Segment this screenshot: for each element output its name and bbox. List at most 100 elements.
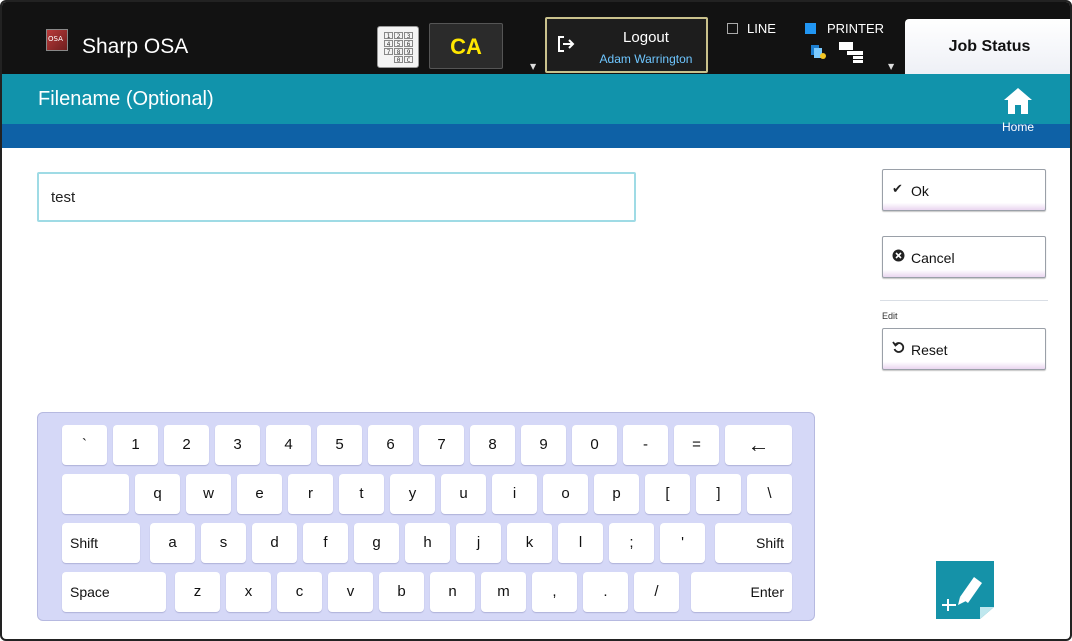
key-semicolon[interactable]: ; [609,523,654,563]
key-5[interactable]: 5 [317,425,362,465]
keypad-icon[interactable]: 1 2 3 4 5 6 7 8 9 0 C [377,26,419,68]
key-comma[interactable]: , [532,572,577,612]
reset-button[interactable]: Reset [882,328,1046,370]
key-x[interactable]: x [226,572,271,612]
key-period[interactable]: . [583,572,628,612]
reset-label: Reset [911,342,948,358]
key-apostrophe[interactable]: ' [660,523,705,563]
logout-icon [557,35,575,53]
line-status-label: LINE [747,21,776,36]
key-right-bracket[interactable]: ] [696,474,741,514]
key-a[interactable]: a [150,523,195,563]
home-button[interactable]: Home [992,84,1044,140]
keypad-digit: 7 [384,48,393,56]
key-t[interactable]: t [339,474,384,514]
home-label: Home [1001,120,1034,134]
key-f[interactable]: f [303,523,348,563]
job-status-button[interactable]: Job Status [905,19,1070,74]
header-subband [2,124,1070,148]
screen-header: Filename (Optional) [2,74,1070,124]
key-backslash[interactable]: \ [747,474,792,514]
key-backtick[interactable]: ` [62,425,107,465]
key-i[interactable]: i [492,474,537,514]
key-8[interactable]: 8 [470,425,515,465]
chevron-down-icon[interactable]: ▼ [888,62,894,71]
user-name: Adam Warrington [599,52,693,66]
backspace-key[interactable]: ← [725,425,792,465]
keypad-digit: 0 [394,56,403,64]
keypad-digit: 8 [394,48,403,56]
key-4[interactable]: 4 [266,425,311,465]
key-j[interactable]: j [456,523,501,563]
keypad-digit: 3 [404,32,413,40]
reset-icon [892,341,905,358]
top-bar: Sharp OSA 1 2 3 4 5 6 7 8 9 0 C CA ▼ Log… [2,2,1070,74]
key-3[interactable]: 3 [215,425,260,465]
keypad-digit: 1 [384,32,393,40]
keypad-digit: 4 [384,40,393,48]
key-9[interactable]: 9 [521,425,566,465]
key-k[interactable]: k [507,523,552,563]
key-w[interactable]: w [186,474,231,514]
key-u[interactable]: u [441,474,486,514]
key-o[interactable]: o [543,474,588,514]
checkmark-icon: ✔ [892,182,903,197]
keypad-digit: 2 [394,32,403,40]
key-2[interactable]: 2 [164,425,209,465]
home-icon [1002,86,1034,116]
app-window: Sharp OSA 1 2 3 4 5 6 7 8 9 0 C CA ▼ Log… [0,0,1072,641]
sharp-osa-logo-icon [46,29,68,51]
ok-button[interactable]: ✔ Ok [882,169,1046,211]
shift-key-left[interactable]: Shift [62,523,140,563]
key-7[interactable]: 7 [419,425,464,465]
key-s[interactable]: s [201,523,246,563]
shift-key-right[interactable]: Shift [715,523,792,563]
key-p[interactable]: p [594,474,639,514]
key-c[interactable]: c [277,572,322,612]
edit-section-label: Edit [882,311,898,321]
divider [880,300,1048,301]
key-m[interactable]: m [481,572,526,612]
printer-status-indicator [805,23,816,34]
cancel-label: Cancel [911,250,955,266]
ok-label: Ok [911,183,929,199]
key-slash[interactable]: / [634,572,679,612]
tab-key[interactable] [62,474,129,514]
clear-all-button[interactable]: CA [429,23,503,69]
key-r[interactable]: r [288,474,333,514]
keypad-blank [384,56,393,63]
key-l[interactable]: l [558,523,603,563]
key-d[interactable]: d [252,523,297,563]
keypad-digit: 9 [404,48,413,56]
keypad-digit: 5 [394,40,403,48]
logout-button[interactable]: Logout Adam Warrington [545,17,708,73]
key-q[interactable]: q [135,474,180,514]
key-6[interactable]: 6 [368,425,413,465]
soft-keyboard: ` 1 2 3 4 5 6 7 8 9 0 - = ← q w e r t y … [37,412,815,621]
space-key[interactable]: Space [62,572,166,612]
key-n[interactable]: n [430,572,475,612]
key-v[interactable]: v [328,572,373,612]
enter-key[interactable]: Enter [691,572,792,612]
key-h[interactable]: h [405,523,450,563]
app-title: Sharp OSA [82,35,189,58]
key-0[interactable]: 0 [572,425,617,465]
key-z[interactable]: z [175,572,220,612]
printer-status-label: PRINTER [827,21,885,36]
key-y[interactable]: y [390,474,435,514]
key-e[interactable]: e [237,474,282,514]
key-g[interactable]: g [354,523,399,563]
key-left-bracket[interactable]: [ [645,474,690,514]
chevron-down-icon[interactable]: ▼ [530,62,536,71]
filename-input[interactable] [37,172,636,222]
printer-queue-icon [839,42,863,64]
key-minus[interactable]: - [623,425,668,465]
line-status-checkbox [727,23,738,34]
key-1[interactable]: 1 [113,425,158,465]
sharpdesk-app-icon[interactable] [934,559,996,621]
key-equals[interactable]: = [674,425,719,465]
key-b[interactable]: b [379,572,424,612]
cancel-button[interactable]: Cancel [882,236,1046,278]
keypad-digit: 6 [404,40,413,48]
keypad-digit: C [404,56,413,64]
